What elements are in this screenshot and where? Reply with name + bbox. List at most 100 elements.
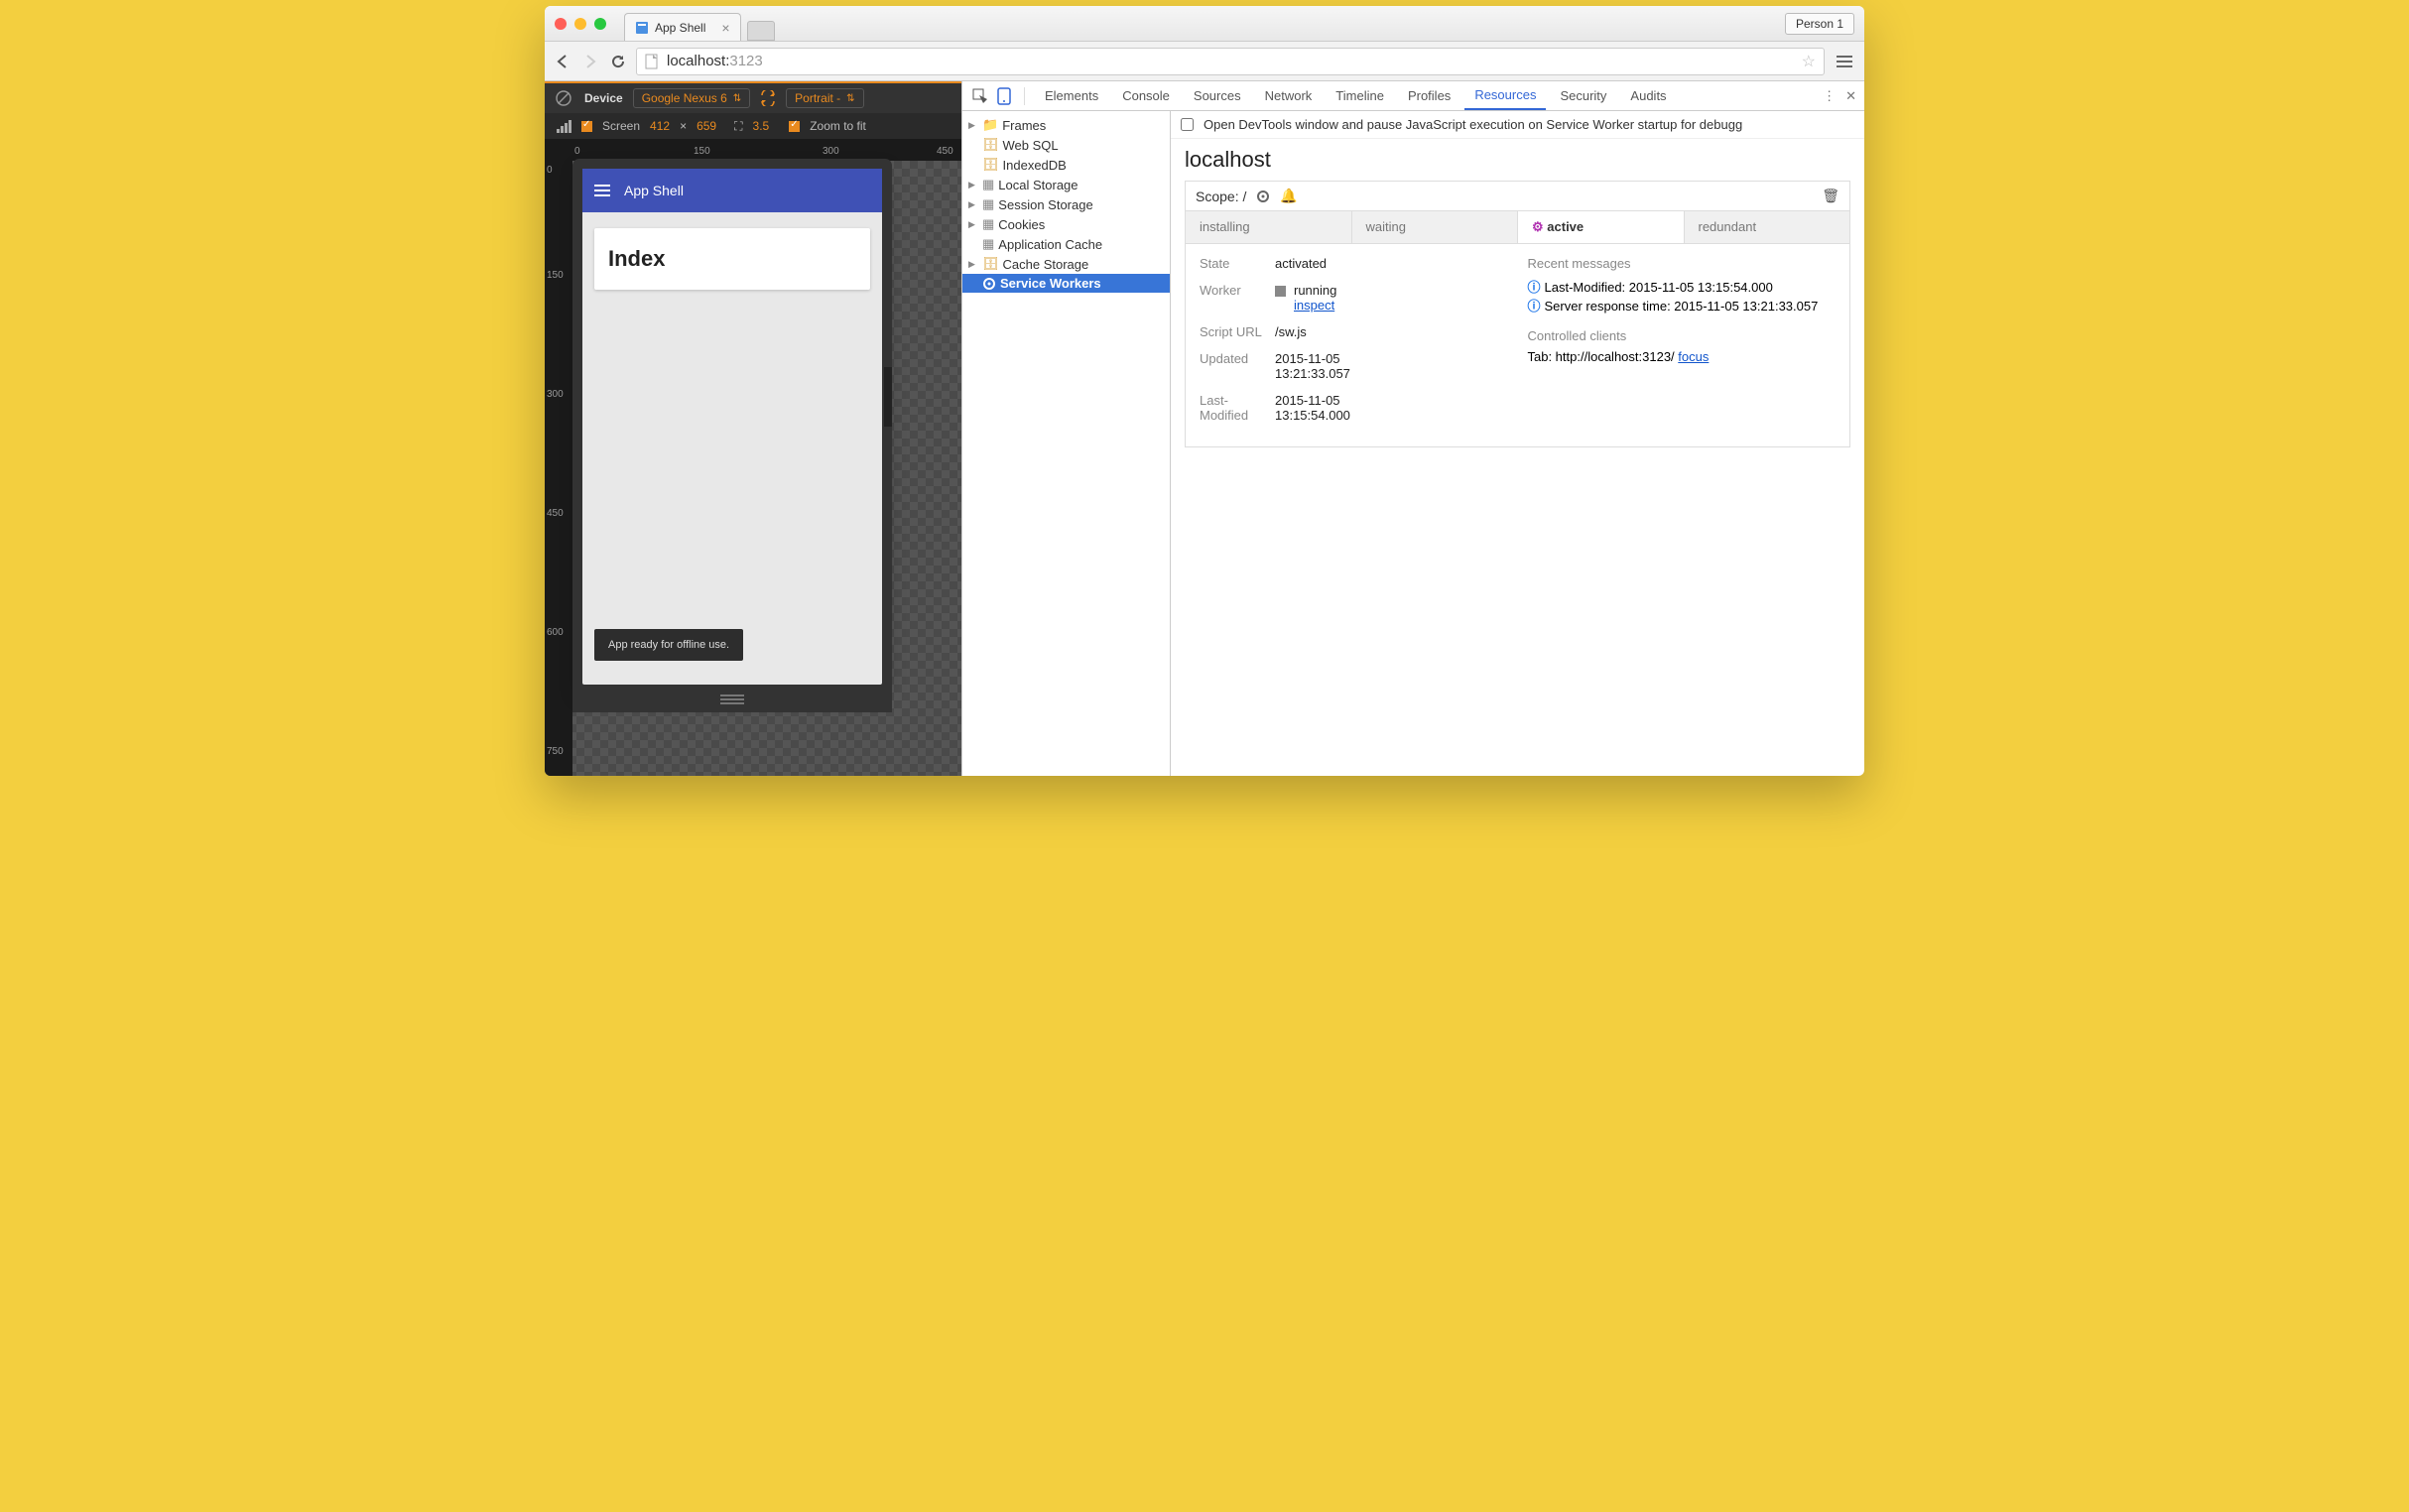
sw-tab-waiting[interactable]: waiting: [1352, 211, 1519, 243]
titlebar: App Shell × Person 1: [545, 6, 1864, 42]
ruler-tick: 450: [547, 508, 564, 519]
device-chin: [572, 687, 892, 712]
ruler-tick: 300: [547, 389, 564, 400]
sw-origin-title: localhost: [1171, 139, 1864, 177]
tab-console[interactable]: Console: [1112, 82, 1180, 109]
browser-tab[interactable]: App Shell ×: [624, 13, 741, 41]
tree-serviceworkers[interactable]: Service Workers: [962, 274, 1170, 293]
dpr-value[interactable]: 3.5: [753, 119, 770, 133]
tab-title: App Shell: [655, 21, 705, 35]
pause-checkbox[interactable]: [1181, 118, 1194, 131]
recent-messages-head: Recent messages: [1528, 256, 1837, 271]
tree-localstorage[interactable]: ▶▦Local Storage: [962, 175, 1170, 194]
lastmod-key: Last-Modified: [1200, 393, 1275, 423]
swap-icon[interactable]: [760, 90, 776, 106]
zoom-checkbox[interactable]: [789, 121, 800, 132]
sw-tab-active[interactable]: ⚙ active: [1518, 211, 1685, 243]
forward-button[interactable]: [580, 52, 600, 71]
gear-icon[interactable]: [1256, 189, 1270, 203]
devtools-right: ⋮ ✕: [1823, 88, 1856, 104]
device-toolbar-2: Screen 412 × 659 ⛶ 3.5 Zoom to fit: [545, 113, 961, 139]
menu-button[interactable]: [1833, 52, 1856, 71]
bookmark-icon[interactable]: ☆: [1802, 52, 1816, 71]
app-header: App Shell: [582, 169, 882, 212]
browser-toolbar: localhost:3123 ☆: [545, 42, 1864, 81]
close-window-icon[interactable]: [555, 18, 567, 30]
scope-bar: Scope: / 🔔 🗑: [1185, 181, 1850, 210]
maximize-window-icon[interactable]: [594, 18, 606, 30]
reload-button[interactable]: [608, 52, 628, 71]
zoom-label: Zoom to fit: [810, 119, 866, 133]
trash-icon[interactable]: 🗑: [1822, 188, 1839, 204]
info-icon: ⓘ: [1528, 299, 1541, 314]
bell-icon[interactable]: 🔔: [1280, 188, 1297, 204]
tree-frames[interactable]: ▶📁Frames: [962, 115, 1170, 135]
new-tab-button[interactable]: [747, 21, 775, 41]
script-key: Script URL: [1200, 324, 1275, 339]
sw-tab-installing[interactable]: installing: [1186, 211, 1352, 243]
msg-row: ⓘLast-Modified: 2015-11-05 13:15:54.000: [1528, 277, 1837, 296]
more-icon[interactable]: ⋮: [1823, 88, 1836, 104]
ruler-horizontal: 0 150 300 450: [545, 139, 961, 161]
tree-cachestorage[interactable]: ▶🗄Cache Storage: [962, 254, 1170, 274]
tab-close-icon[interactable]: ×: [721, 20, 729, 36]
tree-websql[interactable]: 🗄Web SQL: [962, 135, 1170, 155]
viewport-area: 0 150 300 450 600 750 App Shell Index: [545, 161, 961, 776]
no-sign-icon[interactable]: [556, 90, 571, 105]
tree-appcache[interactable]: ▦Application Cache: [962, 234, 1170, 254]
card: Index: [594, 228, 870, 290]
devtools-tabs: Elements Console Sources Network Timelin…: [962, 81, 1864, 111]
device-select[interactable]: Google Nexus 6 ⇅: [633, 88, 750, 108]
resources-tree: ▶📁Frames 🗄Web SQL 🗄IndexedDB ▶▦Local Sto…: [962, 111, 1171, 776]
device-value: Google Nexus 6: [642, 91, 727, 105]
tab-profiles[interactable]: Profiles: [1398, 82, 1460, 109]
chevron-updown-icon: ⇅: [846, 93, 854, 104]
tab-resources[interactable]: Resources: [1464, 81, 1546, 110]
inspect-link[interactable]: inspect: [1294, 298, 1334, 313]
profile-button[interactable]: Person 1: [1785, 13, 1854, 35]
device-mode-icon[interactable]: [994, 87, 1014, 105]
scrollbar[interactable]: [884, 367, 892, 427]
device-panel: Device Google Nexus 6 ⇅ Portrait ‑ ⇅ Scr…: [545, 81, 961, 776]
worker-value: runninginspect: [1275, 283, 1508, 313]
tab-timeline[interactable]: Timeline: [1326, 82, 1394, 109]
content-area: Device Google Nexus 6 ⇅ Portrait ‑ ⇅ Scr…: [545, 81, 1864, 776]
close-devtools-icon[interactable]: ✕: [1845, 88, 1856, 104]
gear-icon: [982, 277, 996, 291]
orientation-select[interactable]: Portrait ‑ ⇅: [786, 88, 863, 108]
sw-tab-redundant[interactable]: redundant: [1685, 211, 1850, 243]
tab-elements[interactable]: Elements: [1035, 82, 1108, 109]
info-icon: ⓘ: [1528, 280, 1541, 295]
tab-audits[interactable]: Audits: [1620, 82, 1676, 109]
address-bar[interactable]: localhost:3123 ☆: [636, 48, 1825, 75]
clients-head: Controlled clients: [1528, 328, 1837, 343]
ruler-tick: 150: [547, 270, 564, 281]
orientation-value: Portrait ‑: [795, 91, 840, 105]
minimize-window-icon[interactable]: [574, 18, 586, 30]
chevron-updown-icon: ⇅: [733, 93, 741, 104]
menu-icon[interactable]: [594, 185, 610, 196]
tab-security[interactable]: Security: [1550, 82, 1616, 109]
updated-key: Updated: [1200, 351, 1275, 381]
screen-checkbox[interactable]: [581, 121, 592, 132]
tree-indexeddb[interactable]: 🗄IndexedDB: [962, 155, 1170, 175]
tree-cookies[interactable]: ▶▦Cookies: [962, 214, 1170, 234]
toast: App ready for offline use.: [594, 629, 743, 661]
back-button[interactable]: [553, 52, 572, 71]
screen-width[interactable]: 412: [650, 119, 670, 133]
divider: [1024, 87, 1025, 105]
inspect-icon[interactable]: [970, 88, 990, 104]
lastmod-value: 2015-11-0513:15:54.000: [1275, 393, 1508, 423]
card-title: Index: [608, 246, 856, 272]
screen-height[interactable]: 659: [697, 119, 716, 133]
stop-icon[interactable]: [1275, 286, 1286, 297]
tab-sources[interactable]: Sources: [1184, 82, 1251, 109]
stair-icon[interactable]: [557, 119, 571, 133]
tree-sessionstorage[interactable]: ▶▦Session Storage: [962, 194, 1170, 214]
tab-network[interactable]: Network: [1255, 82, 1323, 109]
device-frame: App Shell Index App ready for offline us…: [582, 169, 882, 685]
resources-main: Open DevTools window and pause JavaScrip…: [1171, 111, 1864, 776]
screen-label: Screen: [602, 119, 640, 133]
focus-link[interactable]: focus: [1678, 349, 1709, 364]
app-body: Index: [582, 212, 882, 306]
